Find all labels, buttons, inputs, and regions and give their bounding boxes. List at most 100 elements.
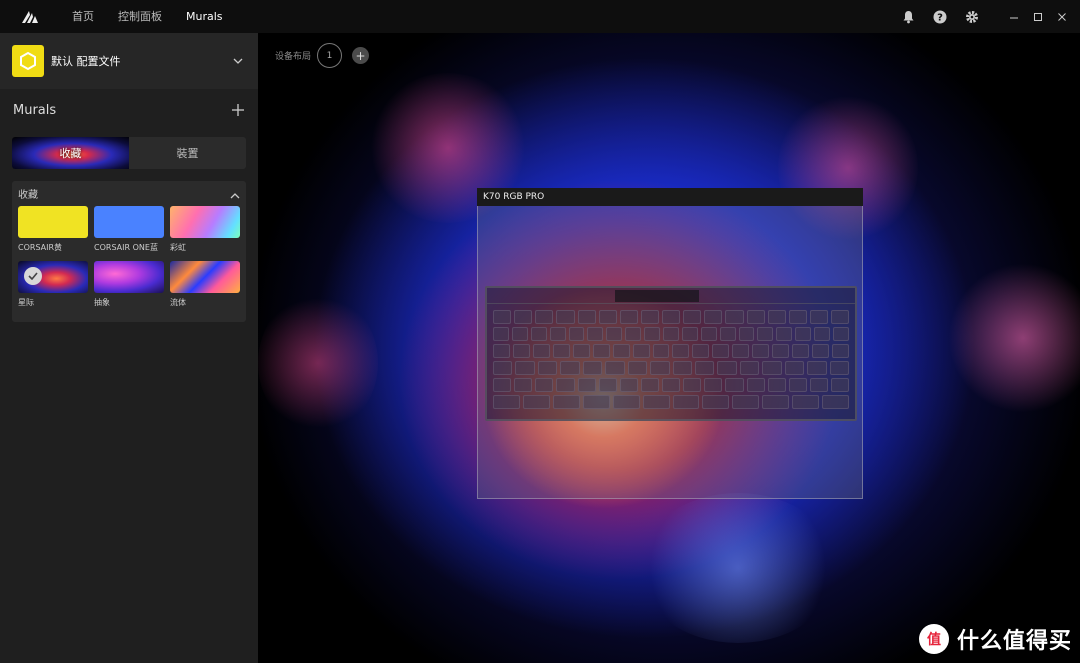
keyboard-key: [776, 327, 793, 341]
keyboard-key: [795, 327, 812, 341]
selected-check-icon: [24, 267, 42, 285]
favorite-tile[interactable]: CORSAIR ONE蓝: [94, 206, 164, 259]
profile-icon: [12, 45, 44, 77]
maximize-icon[interactable]: [1026, 0, 1050, 33]
favorite-tile[interactable]: CORSAIR黄: [18, 206, 88, 259]
nav-murals[interactable]: Murals: [174, 0, 235, 33]
layout-bar: 设备布局 1 +: [275, 43, 370, 68]
swatch-corsair-yellow[interactable]: [18, 206, 88, 238]
tile-label: 星际: [18, 298, 34, 307]
device-frame[interactable]: K70 RGB PRO: [477, 188, 863, 499]
swatch-corsair-one-blue[interactable]: [94, 206, 164, 238]
tile-label: CORSAIR黄: [18, 243, 63, 252]
keyboard-key: [598, 310, 617, 324]
title-bar: 首页 控制面板 Murals ?: [0, 0, 1080, 33]
keyboard-display: [615, 290, 699, 302]
layout-number-button[interactable]: 1: [317, 43, 343, 68]
keyboard-row: [493, 310, 850, 324]
favorite-tile[interactable]: 星际: [18, 261, 88, 314]
keyboard-key: [577, 378, 596, 392]
keyboard-key: [515, 361, 535, 375]
keyboard-key: [650, 361, 670, 375]
keyboard-image: [485, 286, 857, 421]
close-icon[interactable]: [1050, 0, 1074, 33]
favorite-tile[interactable]: 抽象: [94, 261, 164, 314]
keyboard-key: [549, 327, 566, 341]
keyboard-key: [493, 327, 509, 341]
swatch-abstract[interactable]: [94, 261, 164, 293]
add-mural-icon[interactable]: [230, 102, 246, 118]
nav-dashboard[interactable]: 控制面板: [106, 0, 174, 33]
layout-label: 设备布局: [275, 52, 312, 62]
watermark: 值 什么值得买: [918, 623, 1072, 655]
keyboard-key: [784, 361, 805, 375]
chevron-down-icon[interactable]: [230, 53, 246, 69]
keyboard-key: [694, 361, 715, 375]
tile-label: 抽象: [94, 298, 110, 307]
keyboard-key: [606, 327, 623, 341]
keyboard-key: [762, 395, 790, 409]
active-mural-thumbnail[interactable]: 收藏: [12, 137, 129, 169]
keyboard-key: [512, 344, 530, 358]
keyboard-key: [732, 344, 750, 358]
favorite-tile[interactable]: 彩虹: [170, 206, 240, 259]
favorite-tile[interactable]: 流体: [170, 261, 240, 314]
bell-icon[interactable]: [892, 0, 924, 33]
keyboard-key: [493, 395, 520, 409]
glow-blob: [638, 493, 838, 643]
keyboard-key: [522, 395, 550, 409]
keyboard-key: [683, 310, 702, 324]
keyboard-key: [514, 378, 533, 392]
swatch-rainbow[interactable]: [170, 206, 240, 238]
keyboard-key: [704, 310, 723, 324]
glow-blob: [948, 263, 1080, 413]
chevron-up-icon[interactable]: [230, 184, 240, 203]
keyboard-key: [568, 327, 585, 341]
keyboard-key: [814, 327, 831, 341]
keyboard-key: [833, 327, 849, 341]
keyboard-key: [556, 378, 575, 392]
keyboard-row: [493, 378, 850, 392]
favorites-header[interactable]: 收藏: [18, 181, 240, 206]
tile-label: CORSAIR ONE蓝: [94, 243, 158, 252]
keyboard-key: [717, 361, 737, 375]
keyboard-key: [598, 378, 617, 392]
keyboard-key: [535, 310, 554, 324]
minimize-icon[interactable]: [1002, 0, 1026, 33]
keyboard-key: [552, 344, 570, 358]
keyboard-key: [807, 361, 827, 375]
keyboard-key: [767, 310, 786, 324]
keyboard-key: [625, 327, 642, 341]
keyboard-key: [792, 395, 820, 409]
gear-icon[interactable]: [956, 0, 988, 33]
keyboard-key: [829, 361, 849, 375]
keyboard-key: [632, 344, 650, 358]
keyboard-key: [662, 378, 681, 392]
swatch-nebula[interactable]: [18, 261, 88, 293]
nav-home[interactable]: 首页: [60, 0, 106, 33]
help-icon[interactable]: ?: [924, 0, 956, 33]
keyboard-key: [592, 344, 610, 358]
profile-selector[interactable]: 默认 配置文件: [0, 33, 258, 89]
keyboard-key: [700, 327, 717, 341]
keyboard-key: [514, 310, 533, 324]
keyboard-key: [619, 378, 638, 392]
keyboard-key: [552, 395, 580, 409]
keyboard-key: [612, 344, 630, 358]
apply-to-device-button[interactable]: 裝置: [129, 145, 246, 161]
add-layout-button[interactable]: +: [352, 47, 370, 64]
device-body: [477, 206, 863, 499]
keyboard-key: [640, 310, 659, 324]
keyboard-key: [560, 361, 580, 375]
keyboard-key: [757, 327, 774, 341]
keyboard-key: [822, 395, 850, 409]
keyboard-key: [809, 378, 828, 392]
keyboard-key: [537, 361, 558, 375]
mural-canvas[interactable]: 设备布局 1 + K70 RGB PRO 值 什么值得买: [258, 33, 1080, 663]
keyboard-key: [792, 344, 809, 358]
keyboard-key: [704, 378, 723, 392]
swatch-fluid[interactable]: [170, 261, 240, 293]
watermark-text: 什么值得买: [956, 629, 1072, 654]
keyboard-key: [732, 395, 760, 409]
keyboard-key: [612, 395, 640, 409]
